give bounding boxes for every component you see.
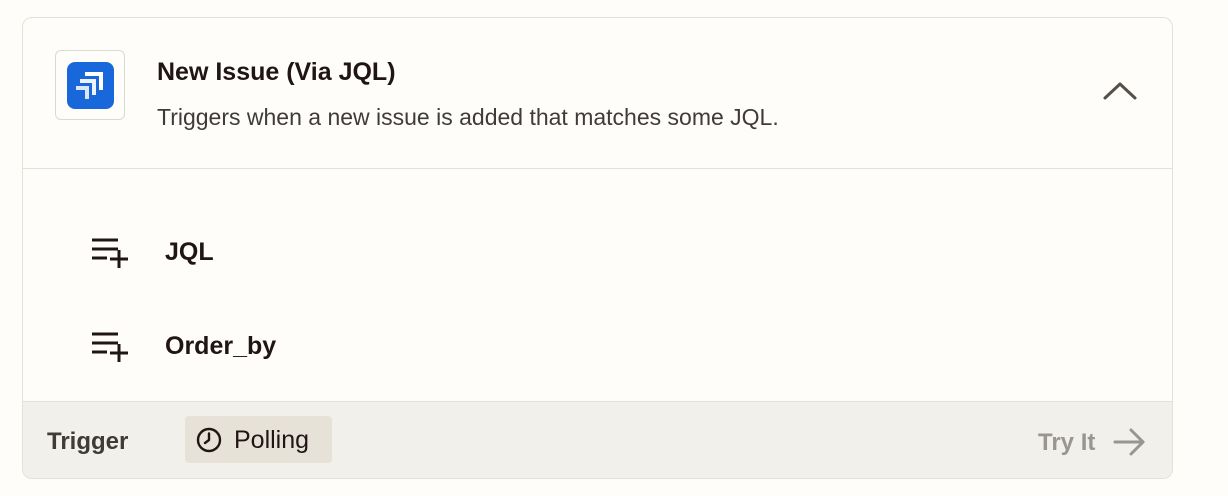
try-it-button[interactable]: Try It <box>1038 422 1158 462</box>
fields-section: JQL Order_by <box>23 169 1172 401</box>
trigger-description: Triggers when a new issue is added that … <box>157 104 779 130</box>
app-logo <box>55 50 125 120</box>
collapse-button[interactable] <box>1099 73 1141 107</box>
clock-icon <box>196 427 222 453</box>
field-label: Order_by <box>165 332 277 360</box>
field-label: JQL <box>165 238 214 266</box>
field-jql[interactable]: JQL <box>89 233 489 273</box>
playlist-add-icon <box>92 332 128 362</box>
field-order-by[interactable]: Order_by <box>89 327 489 367</box>
trigger-title: New Issue (Via JQL) <box>157 58 396 86</box>
trigger-footer: Trigger Polling Try It <box>23 401 1172 478</box>
try-it-label: Try It <box>1038 429 1096 456</box>
trigger-card: New Issue (Via JQL) Triggers when a new … <box>22 17 1173 479</box>
trigger-card-header[interactable]: New Issue (Via JQL) Triggers when a new … <box>23 18 1172 169</box>
badge-label: Polling <box>234 426 310 454</box>
step-type-label: Trigger <box>47 428 129 455</box>
playlist-add-icon <box>92 238 128 268</box>
polling-badge: Polling <box>185 416 332 463</box>
jira-logo-icon <box>76 72 103 99</box>
chevron-up-icon <box>1103 82 1137 100</box>
arrow-right-icon <box>1113 428 1145 456</box>
